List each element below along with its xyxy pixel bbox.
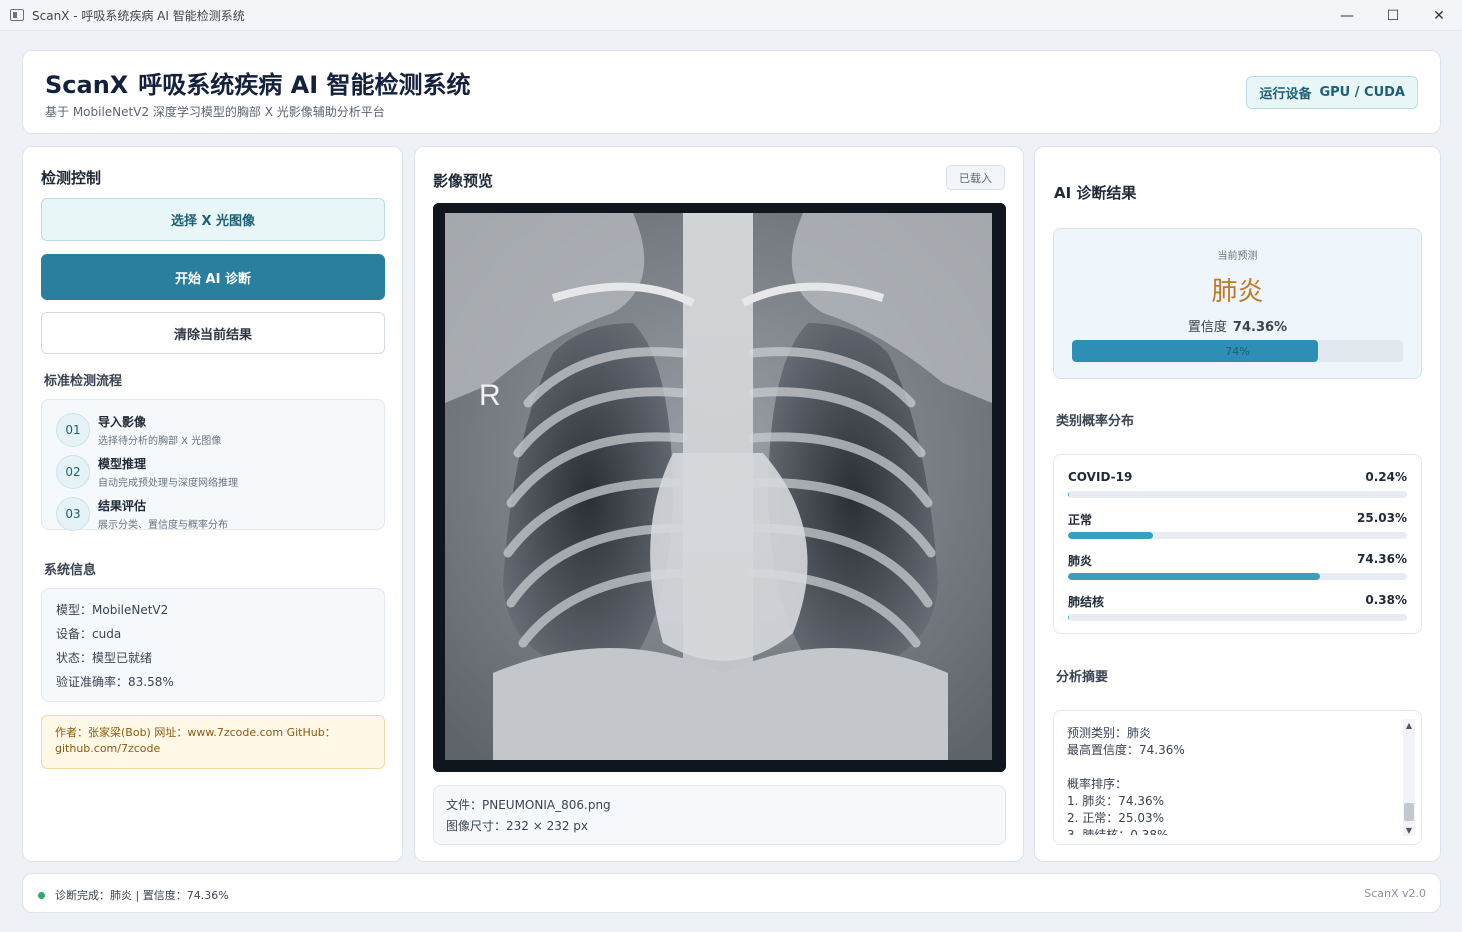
- system-info: 模型：MobileNetV2 设备：cuda 状态：模型已就绪 验证准确率：83…: [41, 588, 385, 702]
- sysinfo-title: 系统信息: [44, 563, 97, 578]
- probability-row: COVID-19 0.24%: [1068, 470, 1407, 502]
- app-icon: [10, 9, 24, 21]
- probability-title: 类别概率分布: [1056, 414, 1135, 429]
- probability-list: COVID-19 0.24% 正常 25.03% 肺炎 74.36% 肺结核 0…: [1053, 454, 1422, 634]
- control-panel: 检测控制 选择 X 光图像 开始 AI 诊断 清除当前结果 标准检测流程 01 …: [22, 146, 403, 862]
- probability-row: 正常 25.03%: [1068, 511, 1407, 543]
- results-title: AI 诊断结果: [1054, 184, 1137, 202]
- step-desc: 自动完成预处理与深度网络推理: [98, 478, 238, 489]
- probability-row: 肺炎 74.36%: [1068, 552, 1407, 584]
- prediction-label: 肺炎: [1211, 277, 1264, 307]
- confidence-label: 置信度: [1187, 320, 1227, 335]
- status-dot-icon: [38, 892, 45, 899]
- minimize-button[interactable]: —: [1324, 0, 1370, 31]
- current-prediction-caption: 当前预测: [1217, 251, 1258, 262]
- image-preview-panel: 影像预览 已载入 R 文件：PNEUMONIA_806.png 图像尺寸：232…: [414, 146, 1024, 862]
- device-value: GPU / CUDA: [1319, 85, 1405, 100]
- probability-bar: [1068, 491, 1407, 498]
- device-badge: 运行设备 GPU / CUDA: [1246, 76, 1418, 109]
- step-desc: 选择待分析的胸部 X 光图像: [98, 436, 222, 447]
- class-probability: 0.38%: [1365, 593, 1407, 607]
- preview-title: 影像预览: [433, 172, 494, 190]
- confidence-bar: 74%: [1072, 340, 1403, 362]
- summary-title: 分析摘要: [1056, 670, 1109, 685]
- window-titlebar: ScanX - 呼吸系统疾病 AI 智能检测系统 — ☐ ✕: [0, 0, 1462, 31]
- probability-bar-fill: [1068, 614, 1070, 621]
- probability-bar-fill: [1068, 573, 1321, 580]
- page-title: ScanX 呼吸系统疾病 AI 智能检测系统: [45, 65, 471, 100]
- status-message: 诊断完成：肺炎 | 置信度：74.36%: [55, 889, 229, 902]
- app-title: 呼吸系统疾病 AI 智能检测系统: [138, 71, 471, 99]
- app-header: ScanX 呼吸系统疾病 AI 智能检测系统 基于 MobileNetV2 深度学…: [22, 50, 1441, 134]
- class-name: 肺炎: [1068, 554, 1093, 568]
- app-subtitle: 基于 MobileNetV2 深度学习模型的胸部 X 光影像辅助分析平台: [45, 105, 385, 119]
- class-name: 肺结核: [1068, 595, 1105, 609]
- scroll-down-icon[interactable]: ▼: [1403, 824, 1415, 836]
- control-panel-title: 检测控制: [41, 169, 102, 187]
- step-title: 导入影像: [98, 415, 147, 429]
- step-number: 03: [56, 497, 90, 531]
- analysis-summary[interactable]: 预测类别：肺炎 最高置信度：74.36% 概率排序： 1. 肺炎：74.36% …: [1053, 710, 1422, 845]
- xray-image: R: [433, 203, 1006, 772]
- probability-row: 肺结核 0.38%: [1068, 593, 1407, 625]
- summary-text: 预测类别：肺炎 最高置信度：74.36% 概率排序： 1. 肺炎：74.36% …: [1067, 726, 1185, 835]
- sysinfo-accuracy: 验证准确率：83.58%: [56, 675, 174, 689]
- loaded-badge: 已载入: [946, 165, 1005, 190]
- class-probability: 0.24%: [1365, 470, 1407, 484]
- results-panel: AI 诊断结果 当前预测 肺炎 置信度 74.36% 74% 类别概率分布 COV…: [1034, 146, 1441, 862]
- device-label: 运行设备: [1259, 87, 1312, 102]
- confidence-value: 74.36%: [1232, 320, 1288, 335]
- window-title: ScanX - 呼吸系统疾病 AI 智能检测系统: [32, 8, 245, 23]
- probability-bar-fill: [1068, 532, 1153, 539]
- scroll-thumb[interactable]: [1404, 803, 1414, 821]
- class-probability: 25.03%: [1357, 511, 1407, 525]
- app-version: ScanX v2.0: [1364, 887, 1426, 900]
- step-number: 02: [56, 455, 90, 489]
- workflow-step: 02 模型推理 自动完成预处理与深度网络推理: [56, 454, 238, 490]
- maximize-button[interactable]: ☐: [1370, 0, 1416, 31]
- confidence-line: 置信度 74.36%: [1054, 316, 1421, 335]
- probability-bar: [1068, 532, 1407, 539]
- confidence-bar-text: 74%: [1225, 344, 1250, 358]
- brand-name: ScanX: [45, 71, 129, 99]
- sysinfo-device: 设备：cuda: [56, 627, 122, 641]
- step-number: 01: [56, 413, 90, 447]
- select-image-button[interactable]: 选择 X 光图像: [41, 198, 385, 241]
- window-controls: — ☐ ✕: [1324, 0, 1462, 31]
- file-info: 文件：PNEUMONIA_806.png 图像尺寸：232 × 232 px: [433, 785, 1006, 845]
- summary-scrollbar[interactable]: ▲ ▼: [1403, 719, 1415, 836]
- sysinfo-status: 状态：模型已就绪: [56, 651, 153, 665]
- probability-bar: [1068, 614, 1407, 621]
- file-name: 文件：PNEUMONIA_806.png: [446, 798, 611, 812]
- probability-bar-fill: [1068, 491, 1069, 498]
- step-title: 模型推理: [98, 457, 147, 471]
- scroll-up-icon[interactable]: ▲: [1403, 719, 1415, 731]
- probability-bar: [1068, 573, 1407, 580]
- close-button[interactable]: ✕: [1416, 0, 1462, 31]
- start-diagnosis-button[interactable]: 开始 AI 诊断: [41, 254, 385, 300]
- step-desc: 展示分类、置信度与概率分布: [98, 520, 228, 531]
- image-size: 图像尺寸：232 × 232 px: [446, 819, 589, 833]
- sysinfo-model: 模型：MobileNetV2: [56, 603, 169, 617]
- class-name: COVID-19: [1068, 470, 1133, 484]
- status-bar: 诊断完成：肺炎 | 置信度：74.36% ScanX v2.0: [22, 873, 1441, 913]
- workflow-step: 03 结果评估 展示分类、置信度与概率分布: [56, 496, 228, 532]
- class-probability: 74.36%: [1357, 552, 1407, 566]
- prediction-card: 当前预测 肺炎 置信度 74.36% 74%: [1053, 228, 1422, 379]
- workflow-step: 01 导入影像 选择待分析的胸部 X 光图像: [56, 412, 221, 448]
- step-title: 结果评估: [98, 499, 147, 513]
- workflow-title: 标准检测流程: [44, 374, 123, 389]
- clear-results-button[interactable]: 清除当前结果: [41, 312, 385, 354]
- xray-marker: R: [479, 379, 501, 412]
- workflow-steps: 01 导入影像 选择待分析的胸部 X 光图像 02 模型推理 自动完成预处理与深…: [41, 399, 385, 532]
- class-name: 正常: [1068, 513, 1093, 527]
- author-note: 作者：张家梁(Bob) 网址：www.7zcode.com GitHub：git…: [41, 715, 385, 769]
